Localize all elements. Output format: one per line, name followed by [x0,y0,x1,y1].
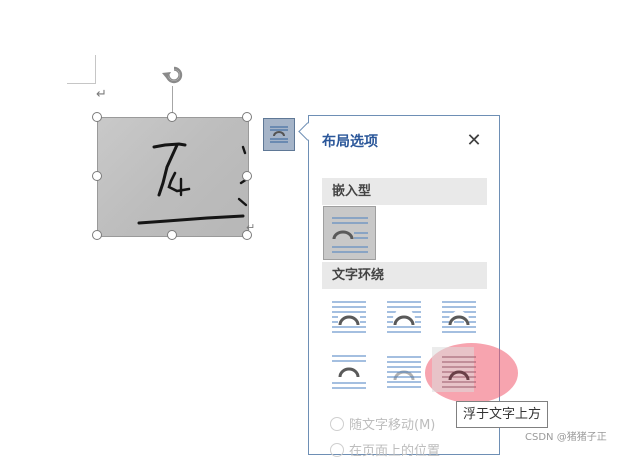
wrap-square-icon [332,301,366,333]
radio-move-with-text[interactable]: 随文字移动(M) [330,414,435,433]
page-margin-corner-vertical [95,55,96,84]
section-inline-header: 嵌入型 [322,178,487,205]
resize-handle-top[interactable] [167,112,177,122]
handwriting-picture [137,142,248,225]
radio-fix-position-label: 在页面上的位置 [349,444,441,459]
resize-handle-bottom-left[interactable] [92,230,102,240]
close-button[interactable]: ✕ [464,131,484,151]
resize-handle-top-right[interactable] [242,112,252,122]
rotate-handle-icon[interactable] [158,60,190,90]
layout-options-button[interactable] [263,118,295,151]
resize-handle-right[interactable] [242,171,252,181]
page-margin-corner-horizontal [67,83,96,84]
resize-handle-top-left[interactable] [92,112,102,122]
section-wrap-header: 文字环绕 [322,262,487,289]
option-top-bottom-button[interactable] [330,353,368,391]
panel-title: 布局选项 [322,134,378,150]
radio-circle-icon [330,417,344,431]
option-square-button[interactable] [330,298,368,336]
option-through-button[interactable] [440,298,478,336]
inline-layout-icon [332,217,368,253]
radio-move-with-text-label: 随文字移动(M) [349,418,436,433]
option-behind-text-button[interactable] [385,353,423,391]
layout-options-icon [270,126,288,143]
tooltip: 浮于文字上方 [456,401,549,428]
wrap-behind-text-icon [387,356,421,388]
anchor-paragraph-mark: ↵ [246,221,256,234]
watermark: CSDN @猪猪子正 [525,432,607,443]
radio-fix-position[interactable]: 在页面上的位置 [330,440,440,459]
wrap-through-icon [442,301,476,333]
wrap-tight-icon [387,301,421,333]
option-inline-button[interactable] [323,206,376,260]
resize-handle-left[interactable] [92,171,102,181]
option-in-front-of-text-button[interactable] [440,353,478,391]
radio-circle-icon [330,443,344,457]
wrap-top-bottom-icon [332,355,366,389]
paragraph-mark: ↵ [96,87,107,102]
wrap-in-front-of-text-icon [442,356,476,388]
option-tight-button[interactable] [385,298,423,336]
selected-image[interactable] [97,117,248,236]
resize-handle-bottom[interactable] [167,230,177,240]
